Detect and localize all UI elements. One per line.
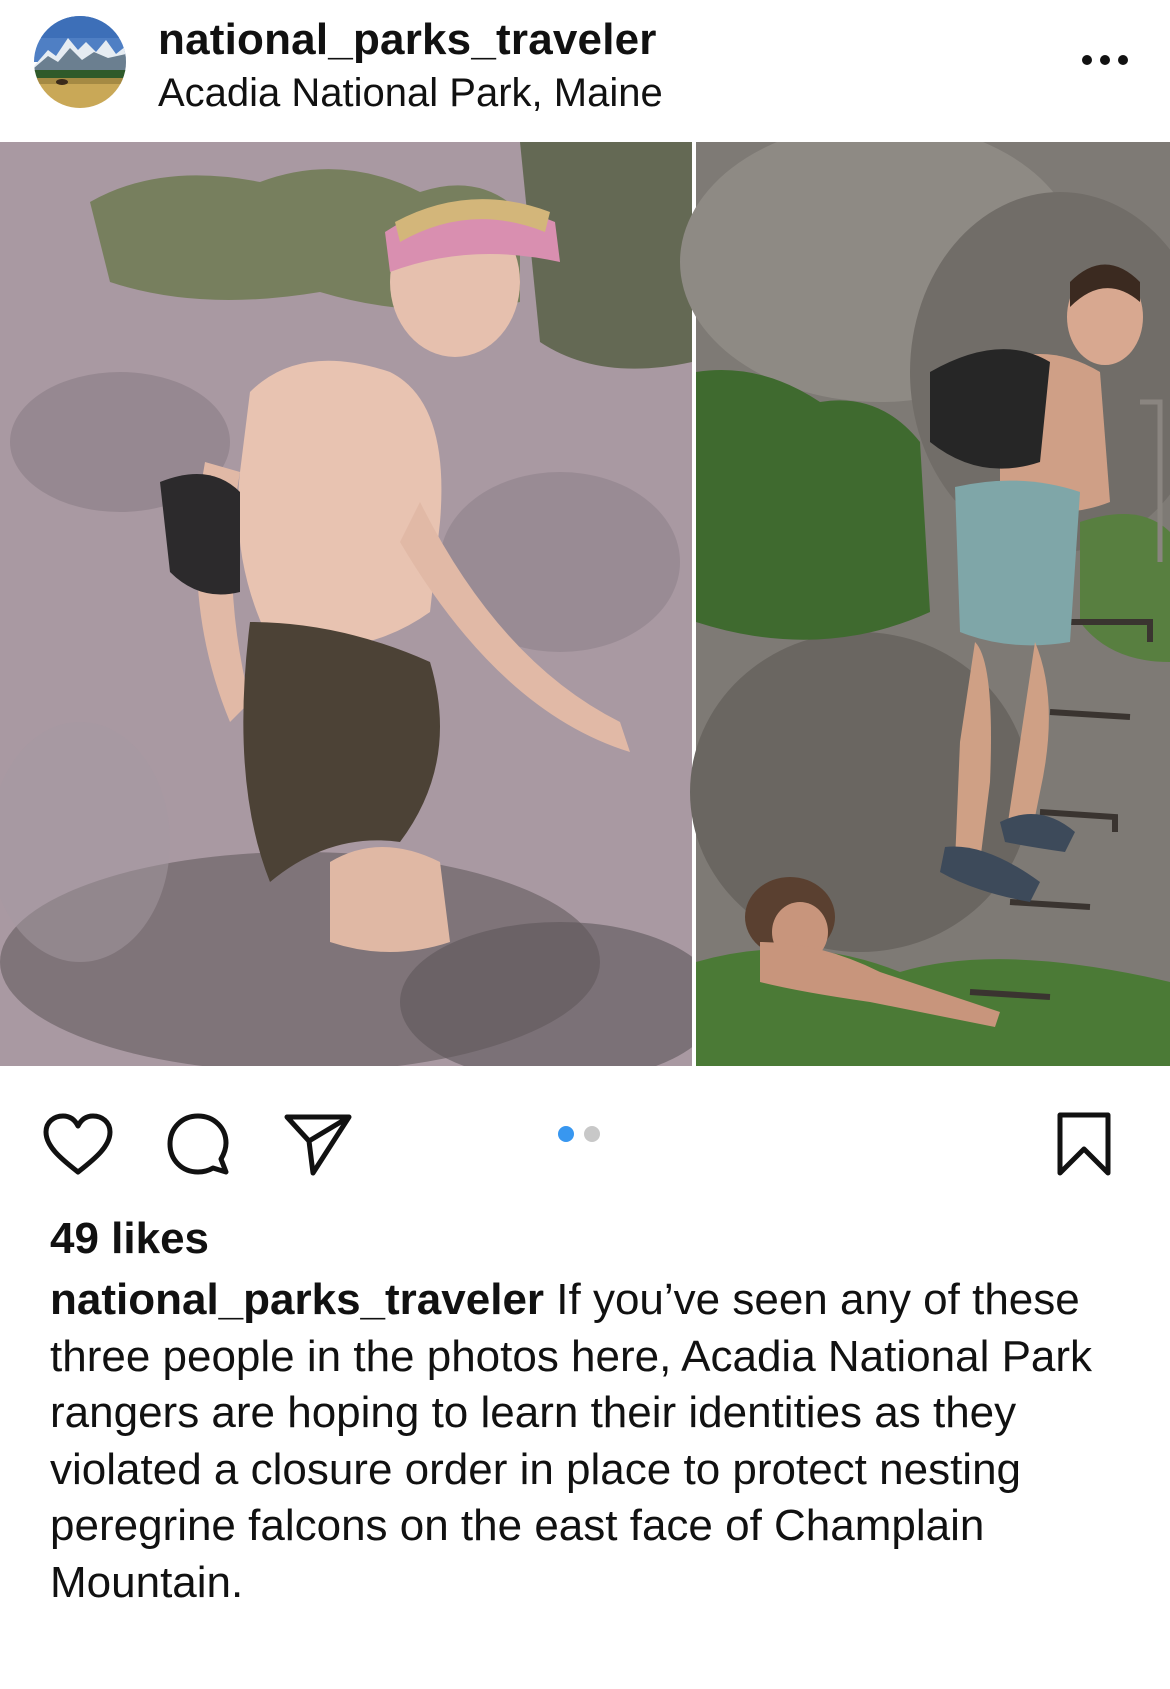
avatar[interactable] (34, 16, 126, 108)
photo-left (0, 142, 720, 1066)
caption-username[interactable]: national_parks_traveler (50, 1275, 544, 1324)
comment-button[interactable] (158, 1104, 238, 1184)
carousel-indicator (558, 1124, 600, 1144)
share-icon (284, 1114, 352, 1176)
comment-icon (167, 1113, 229, 1175)
heart-icon (43, 1113, 113, 1175)
carousel-dot-active[interactable] (558, 1126, 574, 1142)
post-location[interactable]: Acadia National Park, Maine (158, 68, 663, 118)
post-caption: national_parks_traveler If you’ve seen a… (50, 1272, 1130, 1611)
more-horizontal-icon (1082, 55, 1128, 65)
post-media-carousel[interactable] (0, 142, 1170, 1066)
caption-text: If you’ve seen any of these three people… (50, 1275, 1093, 1607)
likes-count[interactable]: 49 likes (50, 1212, 209, 1266)
post-header: national_parks_traveler Acadia National … (0, 0, 1170, 142)
photo-right (680, 142, 1170, 1066)
more-options-button[interactable] (1070, 40, 1140, 80)
bookmark-icon (1057, 1112, 1111, 1176)
like-button[interactable] (38, 1104, 118, 1184)
share-button[interactable] (278, 1104, 358, 1184)
carousel-dot[interactable] (584, 1126, 600, 1142)
post-username[interactable]: national_parks_traveler (158, 14, 657, 66)
save-button[interactable] (1044, 1104, 1124, 1184)
